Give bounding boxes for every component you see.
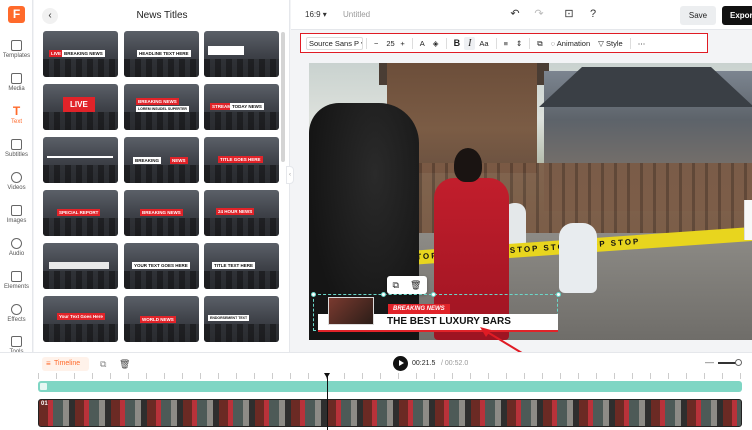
news-titles-panel: ‹ News Titles LIVE BREAKING NEWS HEADLIN… <box>34 0 290 352</box>
lower-third-headline[interactable]: THE BEST LUXURY BARS <box>387 316 511 327</box>
template-thumb[interactable] <box>43 137 118 183</box>
top-bar: 16:9 ▾ Untitled ↶ ↷ ⊡ ? Save Export <box>291 0 752 30</box>
collapse-panel-button[interactable]: ‹ <box>286 166 294 184</box>
resize-handle[interactable] <box>431 292 436 297</box>
selection-toolbar: ⧉ 🗑 <box>387 276 427 294</box>
template-thumb[interactable]: Your Text Goes Here <box>43 296 118 342</box>
template-thumb[interactable]: LIVE BREAKING NEWS <box>43 31 118 77</box>
rail-item-videos[interactable]: Videos <box>0 172 33 191</box>
rail-item-audio[interactable]: Audio <box>0 238 33 257</box>
redo-icon[interactable]: ↷ <box>533 8 545 20</box>
video-track[interactable]: 01 <box>38 399 742 427</box>
track-number: 01 <box>41 401 48 407</box>
resize-handle[interactable] <box>311 292 316 297</box>
template-thumb[interactable]: LIVE <box>43 84 118 130</box>
play-button[interactable] <box>393 356 408 371</box>
video-canvas[interactable]: STOP STOP STOP STOP STOP STOP STOP ⧉ 🗑 B… <box>309 63 752 340</box>
template-thumb[interactable]: TITLE TEXT HERE <box>204 243 279 289</box>
timeline-tab[interactable]: Timeline <box>42 357 89 371</box>
left-rail: F Templates Media T Text Subtitles Video… <box>0 0 33 355</box>
template-thumb[interactable] <box>204 31 279 77</box>
template-thumb[interactable]: TITLE GOES HERE <box>204 137 279 183</box>
layers-icon[interactable]: ⧉ <box>533 37 546 50</box>
project-title[interactable]: Untitled <box>343 10 370 19</box>
template-thumb[interactable]: YOUR TEXT GOES HERE <box>124 243 199 289</box>
template-thumb[interactable]: HEADLINE TEXT HERE <box>124 31 199 77</box>
rail-item-media[interactable]: Media <box>0 73 33 92</box>
font-size-decrease[interactable]: − <box>370 37 382 50</box>
current-time: 00:21.5 <box>412 360 436 367</box>
trash-icon[interactable]: 🗑 <box>119 359 130 370</box>
resize-handle[interactable] <box>381 292 386 297</box>
font-size-value[interactable]: 25 <box>382 37 396 50</box>
line-spacing-icon[interactable]: ⇕ <box>512 37 526 50</box>
highlight-color-icon[interactable]: ◈ <box>429 37 443 50</box>
template-thumb[interactable]: STREAM TODAY NEWS <box>204 84 279 130</box>
template-thumb[interactable]: BREAKING NEWS <box>124 137 199 183</box>
undo-icon[interactable]: ↶ <box>509 8 521 20</box>
screenshot-icon[interactable]: ⊡ <box>563 8 575 20</box>
template-thumb[interactable]: BREAKING NEWS LOREM INSUDEL SUPERTER <box>124 84 199 130</box>
zoom-out-icon[interactable]: — <box>705 357 714 367</box>
text-color-icon[interactable]: A <box>416 37 429 50</box>
template-thumb[interactable]: SPECIAL REPORT <box>43 190 118 236</box>
chevron-down-icon: ▾ <box>361 39 362 48</box>
lower-third-title[interactable]: BREAKING NEWS THE BEST LUXURY BARS <box>311 292 561 332</box>
timeline-ruler[interactable] <box>38 373 752 379</box>
rail-item-text[interactable]: T Text <box>0 104 33 125</box>
help-icon[interactable]: ? <box>587 8 599 20</box>
template-thumb[interactable]: 24 HOUR NEWS <box>204 190 279 236</box>
font-family-select[interactable]: Source Sans P ▾ <box>306 36 363 50</box>
align-icon[interactable]: ≡ <box>500 37 512 50</box>
right-panel-handle[interactable] <box>744 200 752 240</box>
total-time: / 00:52.0 <box>441 360 469 367</box>
lower-third-image <box>328 297 374 325</box>
text-toolbar: Source Sans P ▾ − 25 + A ◈ B I Aa ≡ ⇕ ⧉ … <box>300 33 708 53</box>
bold-button[interactable]: B <box>450 37 465 50</box>
layers-icon[interactable]: ⧉ <box>393 280 399 291</box>
effects-icon <box>11 304 22 315</box>
media-icon <box>11 73 22 84</box>
duplicate-icon[interactable]: ⧉ <box>100 359 106 370</box>
template-thumb[interactable]: ENDORSEMENT TEXT <box>204 296 279 342</box>
videos-icon <box>11 172 22 183</box>
rail-item-templates[interactable]: Templates <box>0 40 33 59</box>
panel-title: News Titles <box>136 10 188 21</box>
more-options-icon[interactable]: ⋯ <box>634 37 650 50</box>
aspect-ratio-select[interactable]: 16:9 ▾ <box>305 10 327 19</box>
trash-icon[interactable]: 🗑 <box>410 280 421 291</box>
rail-item-elements[interactable]: Elements <box>0 271 33 290</box>
panel-scrollbar[interactable] <box>281 32 285 162</box>
animation-icon: ◌ <box>550 38 556 48</box>
elements-icon <box>11 271 22 282</box>
lower-third-tag: BREAKING NEWS <box>388 304 450 314</box>
playhead[interactable] <box>324 373 330 430</box>
animation-button[interactable]: ◌ Animation <box>547 37 595 50</box>
template-thumb[interactable]: WORLD NEWS <box>124 296 199 342</box>
images-icon <box>11 205 22 216</box>
text-track[interactable] <box>38 381 742 392</box>
timeline-panel: Timeline ⧉ 🗑 00:21.5 / 00:52.0 — 01 <box>0 352 752 430</box>
template-thumb[interactable] <box>43 243 118 289</box>
rail-item-images[interactable]: Images <box>0 205 33 224</box>
text-icon <box>40 383 47 390</box>
text-case-button[interactable]: Aa <box>475 37 492 50</box>
rail-item-effects[interactable]: Effects <box>0 304 33 323</box>
export-button[interactable]: Export <box>722 6 752 25</box>
template-thumb[interactable]: BREAKING NEWS <box>124 190 199 236</box>
resize-handle[interactable] <box>556 292 561 297</box>
rail-item-subtitles[interactable]: Subtitles <box>0 139 33 158</box>
text-icon: T <box>12 104 21 118</box>
chevron-left-icon: ‹ <box>289 172 291 178</box>
subtitles-icon <box>11 139 22 150</box>
audio-icon <box>11 238 22 249</box>
style-icon: ▽ <box>598 38 604 48</box>
templates-icon <box>11 40 22 51</box>
tools-icon <box>11 336 22 347</box>
style-button[interactable]: ▽ Style <box>594 37 627 50</box>
italic-button[interactable]: I <box>464 36 476 50</box>
font-size-increase[interactable]: + <box>396 37 408 50</box>
zoom-slider-knob[interactable] <box>735 359 742 366</box>
save-button[interactable]: Save <box>680 6 716 25</box>
